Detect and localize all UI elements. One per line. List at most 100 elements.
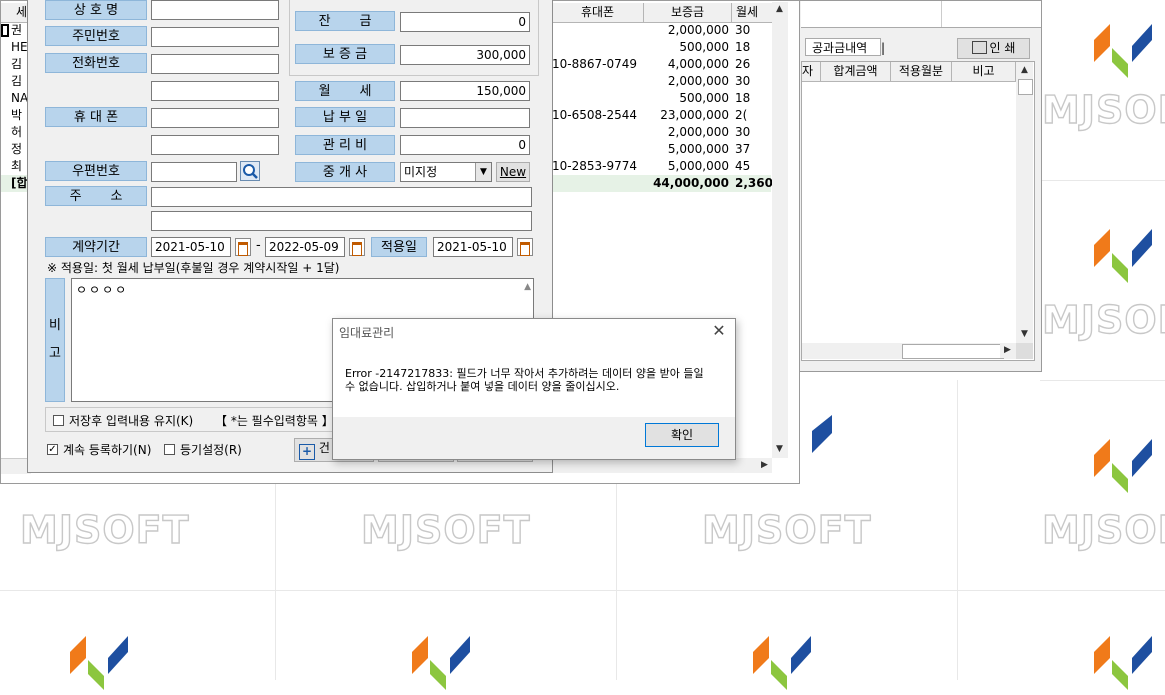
apply-date-field[interactable]: 2021-05-10: [433, 237, 513, 257]
tab-utility-history[interactable]: 공과금내역: [805, 38, 881, 56]
memo-text: ㅇㅇㅇㅇ: [76, 283, 129, 297]
horizontal-scrollbar[interactable]: ▶: [552, 458, 772, 473]
keep-input-checkbox[interactable]: [53, 415, 64, 426]
label-balance: 잔 금: [295, 11, 395, 31]
cell-deposit: 2,000,000: [667, 125, 729, 139]
address-detail-field[interactable]: [151, 211, 532, 231]
scroll-up-icon[interactable]: ▲: [1017, 63, 1032, 78]
keep-input-label[interactable]: 저장후 입력내용 유지(K): [69, 412, 193, 429]
start-date-field[interactable]: 2021-05-10: [151, 237, 231, 257]
phone-field-2[interactable]: [151, 81, 279, 101]
calendar-icon[interactable]: [235, 238, 251, 256]
cell-rent: 26: [735, 57, 751, 71]
watermark-text: MJSOFT: [1041, 507, 1165, 552]
horizontal-scrollbar[interactable]: ▶: [802, 343, 1016, 359]
column-header[interactable]: 비고: [952, 62, 1016, 82]
label-apply-day: 적용일: [371, 237, 427, 257]
mjsoft-logo: [1090, 622, 1160, 692]
cell-deposit: 500,000: [679, 91, 729, 105]
required-note: 【 *는 필수입력항목 】: [215, 414, 334, 428]
name-field[interactable]: [151, 0, 279, 20]
due-day-field[interactable]: [400, 108, 530, 128]
print-label: 인 쇄: [989, 41, 1016, 55]
postal-field[interactable]: [151, 162, 237, 182]
row-selector[interactable]: [1, 24, 9, 37]
column-header[interactable]: 합계금액: [821, 62, 891, 82]
phone-field[interactable]: [151, 54, 279, 74]
dialog-footer: 확인: [333, 417, 735, 459]
cell-rent: 2(: [735, 108, 748, 122]
column-header[interactable]: 세: [1, 3, 28, 23]
top-pane: [801, 1, 1041, 28]
cell-phone: 10-6508-2544: [552, 108, 638, 122]
cell-deposit: 5,000,000: [667, 142, 729, 156]
dialog-title: 임대료관리: [339, 326, 395, 340]
scroll-right-icon[interactable]: ▶: [757, 458, 772, 473]
continue-register-label[interactable]: 계속 등록하기(N): [63, 441, 151, 458]
scroll-right-icon[interactable]: ▶: [1000, 343, 1015, 358]
close-icon[interactable]: ✕: [709, 321, 729, 341]
mjsoft-logo: [66, 622, 136, 692]
vertical-scrollbar[interactable]: ▲ ▼: [772, 2, 788, 458]
cell-deposit: 23,000,000: [660, 108, 729, 122]
column-header[interactable]: 보증금: [644, 3, 732, 23]
utility-detail-window: 공과금내역 | 인 쇄 자 합계금액 적용월분 비고 ▲ ▼ ▶: [780, 0, 1042, 372]
column-header[interactable]: 적용월분: [891, 62, 952, 82]
cell-rent: 18: [735, 40, 751, 54]
continue-register-checkbox[interactable]: ✓: [47, 444, 58, 455]
scroll-down-icon[interactable]: ▼: [1017, 327, 1032, 342]
print-button[interactable]: 인 쇄: [957, 38, 1030, 59]
scroll-down-icon[interactable]: ▼: [772, 442, 787, 457]
watermark-text: MJSOFT: [360, 507, 531, 552]
label-mobile: 휴 대 폰: [45, 107, 147, 127]
chevron-down-icon[interactable]: ▼: [475, 163, 491, 181]
vertical-scrollbar[interactable]: ▲ ▼: [1016, 62, 1033, 343]
mgmt-fee-field[interactable]: 0: [400, 135, 530, 155]
total-rent: 2,360: [735, 176, 773, 190]
total-label: [합: [11, 176, 28, 190]
ok-button[interactable]: 확인: [645, 423, 719, 447]
agent-select-value: 미지정: [404, 165, 438, 179]
column-header[interactable]: 월세: [732, 3, 776, 23]
cell-rent: 18: [735, 91, 751, 105]
watermark-text: MJSOFT: [1041, 297, 1165, 342]
label-due-day: 납 부 일: [295, 107, 395, 127]
cell-deposit: 5,000,000: [667, 159, 729, 173]
resident-no-field[interactable]: [151, 27, 279, 47]
error-dialog: 임대료관리 ✕ Error -2147217833: 필드가 너무 작아서 추가…: [332, 318, 736, 460]
search-icon[interactable]: [240, 161, 260, 181]
cell-phone: 10-2853-9774: [552, 159, 638, 173]
registry-label[interactable]: 등기설정(R): [180, 441, 242, 458]
total-deposit: 44,000,000: [653, 176, 729, 190]
cell-deposit: 2,000,000: [667, 74, 729, 88]
rent-field[interactable]: 150,000: [400, 81, 530, 101]
label-address: 주 소: [45, 186, 147, 206]
label-agent: 중 개 사: [295, 162, 395, 182]
balance-field[interactable]: 0: [400, 12, 530, 32]
calendar-icon[interactable]: [349, 238, 365, 256]
calendar-icon[interactable]: [517, 238, 533, 256]
agent-select[interactable]: 미지정 ▼: [400, 162, 492, 182]
column-header[interactable]: 휴대폰: [552, 3, 644, 23]
column-header[interactable]: 자: [802, 62, 821, 82]
address-field[interactable]: [151, 187, 532, 207]
label-memo: 비 고: [45, 278, 65, 402]
mobile-field[interactable]: [151, 108, 279, 128]
add-button-label: 건: [318, 441, 330, 455]
cell-rent: 45: [735, 159, 751, 173]
plus-icon: +: [299, 444, 315, 460]
cell-deposit: 2,000,000: [667, 23, 729, 37]
scroll-up-icon[interactable]: ▲: [772, 2, 787, 17]
mjsoft-logo: [1090, 215, 1160, 285]
printer-icon: [971, 41, 987, 54]
end-date-field[interactable]: 2022-05-09: [265, 237, 345, 257]
label-phone: 전화번호: [45, 53, 147, 73]
apply-day-note: ※ 적용일: 첫 월세 납부일(후불일 경우 계약시작일 + 1달): [47, 261, 340, 275]
label-period: 계약기간: [45, 237, 147, 257]
scroll-up-icon[interactable]: ▲: [524, 282, 531, 292]
watermark-text: MJSOFT: [19, 507, 190, 552]
new-agent-button[interactable]: New: [496, 162, 530, 182]
registry-checkbox[interactable]: [164, 444, 175, 455]
deposit-field[interactable]: 300,000: [400, 45, 530, 65]
mobile-field-2[interactable]: [151, 135, 279, 155]
